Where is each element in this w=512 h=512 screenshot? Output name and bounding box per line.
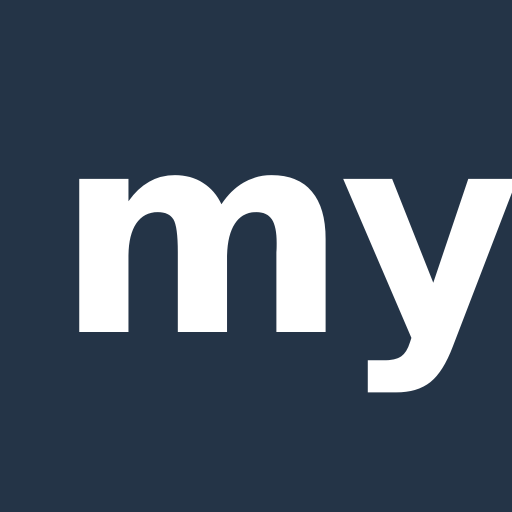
logo-text: my: [56, 73, 512, 399]
app-icon: my: [0, 0, 512, 512]
